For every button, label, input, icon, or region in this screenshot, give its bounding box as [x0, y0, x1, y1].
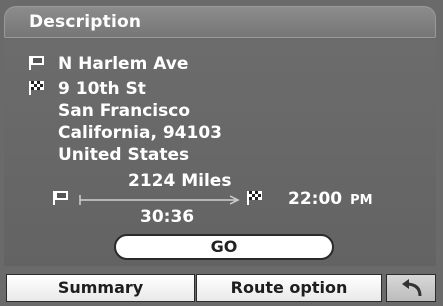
tab-summary[interactable]: Summary [6, 274, 195, 302]
route-description-screen: Description N Harlem Ave 9 10th St San F… [0, 0, 443, 306]
undo-arrow-icon [402, 279, 422, 297]
arrival-time-value: 22:00 [288, 189, 343, 209]
origin-street: N Harlem Ave [58, 54, 189, 74]
destination-line-1: 9 10th St [58, 79, 146, 99]
route-finish-flag-icon [246, 190, 264, 206]
destination-line-3: California, 94103 [58, 123, 222, 143]
destination-line-4: United States [58, 145, 190, 165]
tab-route-option[interactable]: Route option [196, 274, 382, 302]
route-distance: 2124 Miles [128, 171, 232, 191]
finish-flag-icon [28, 80, 46, 96]
route-arrow-line [79, 195, 240, 205]
page-title: Description [29, 12, 142, 32]
arrival-ampm: PM [350, 193, 373, 208]
start-flag-icon [28, 55, 46, 71]
go-button[interactable]: GO [114, 234, 334, 260]
title-bar: Description [4, 6, 436, 38]
route-start-flag-icon [52, 190, 70, 206]
destination-line-2: San Francisco [58, 101, 190, 121]
back-button[interactable] [386, 274, 436, 302]
arrival-time: 22:00 PM [288, 189, 373, 209]
route-duration: 30:36 [140, 207, 195, 227]
